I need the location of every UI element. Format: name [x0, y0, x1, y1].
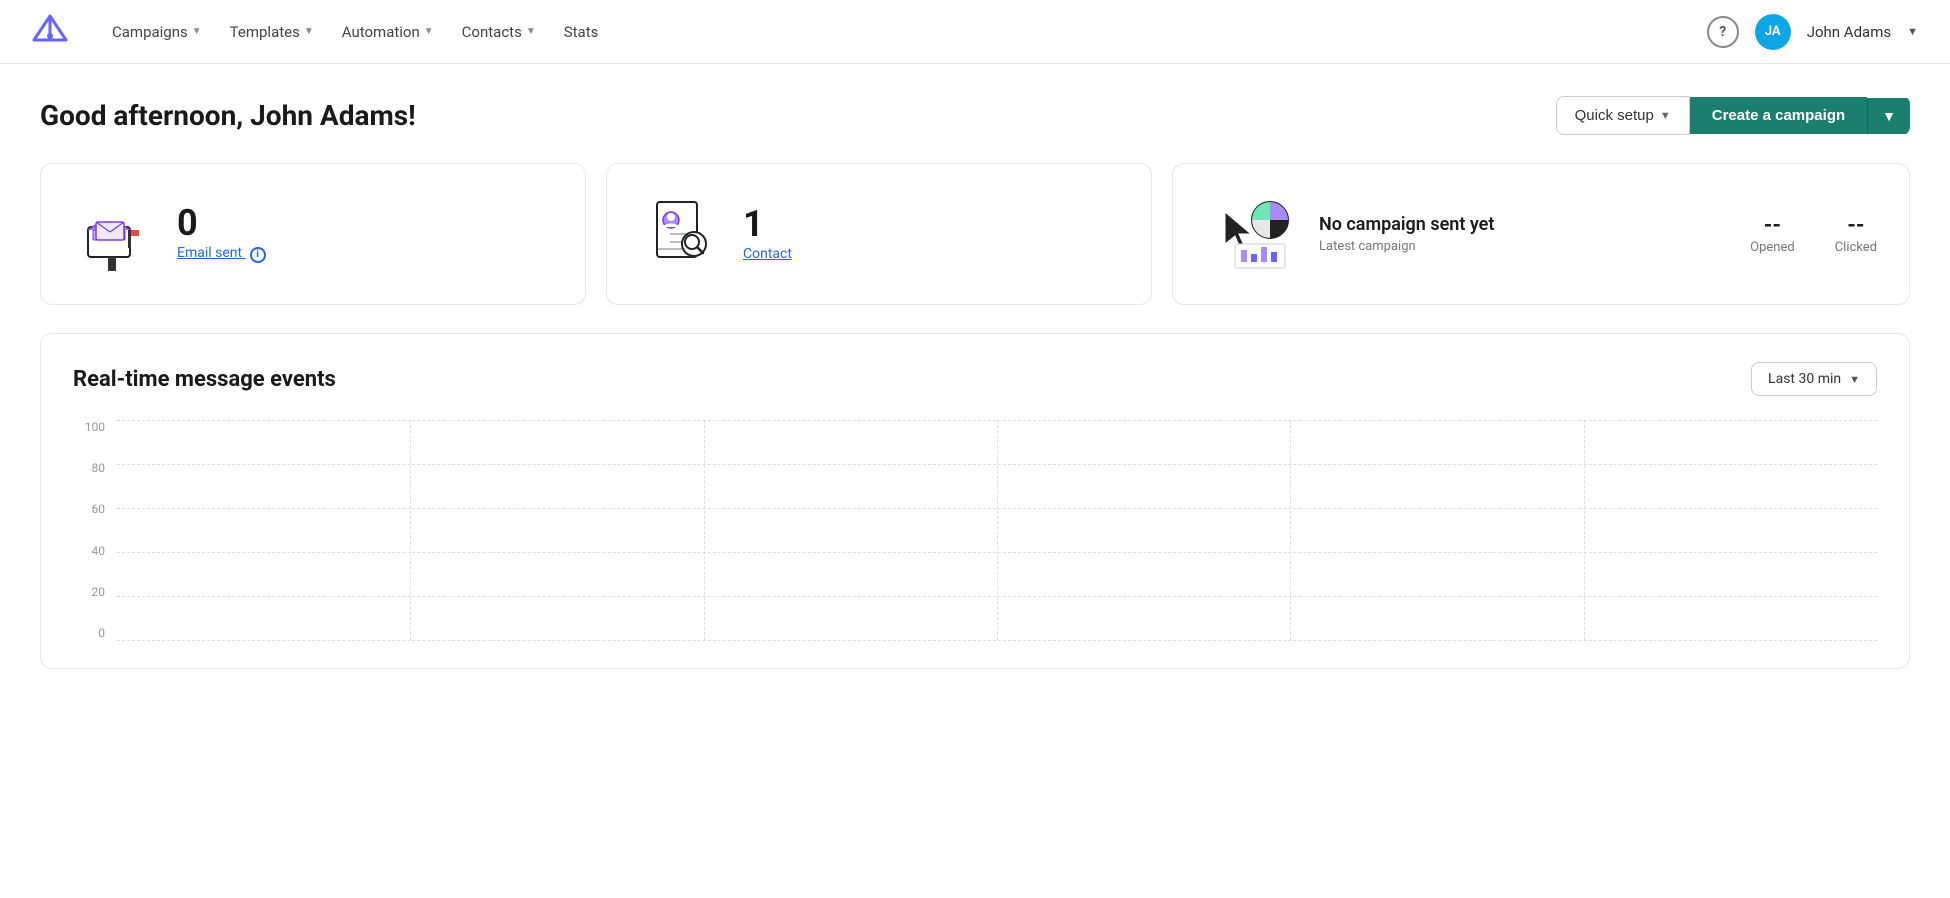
chart-y-labels: 100 80 60 40 20 0	[73, 420, 105, 640]
nav-stats[interactable]: Stats	[552, 15, 611, 49]
v-grid-3	[997, 420, 998, 640]
nav-right: ? JA John Adams ▼	[1707, 14, 1918, 50]
greeting-text: Good afternoon, John Adams!	[40, 99, 416, 132]
create-campaign-dropdown-button[interactable]: ▼	[1867, 98, 1910, 134]
contact-card: 1 Contact	[606, 163, 1152, 305]
opened-label: Opened	[1750, 240, 1795, 255]
grid-line-0	[117, 640, 1877, 641]
email-sent-count: 0	[177, 205, 266, 241]
contact-icon	[639, 192, 719, 276]
campaign-card: No campaign sent yet Latest campaign -- …	[1172, 163, 1910, 305]
y-label-0: 0	[73, 626, 105, 640]
mailbox-icon	[73, 192, 153, 276]
campaign-info: No campaign sent yet Latest campaign	[1319, 214, 1726, 254]
clicked-label: Clicked	[1835, 240, 1877, 255]
realtime-title: Real-time message events	[73, 367, 336, 392]
y-label-80: 80	[73, 461, 105, 475]
logo[interactable]	[32, 12, 68, 52]
realtime-header: Real-time message events Last 30 min ▼	[73, 362, 1877, 396]
v-grid-1	[410, 420, 411, 640]
y-label-20: 20	[73, 585, 105, 599]
header-actions: Quick setup ▼ Create a campaign ▼	[1556, 96, 1910, 135]
header-row: Good afternoon, John Adams! Quick setup …	[40, 96, 1910, 135]
user-menu-chevron-icon[interactable]: ▼	[1907, 25, 1918, 38]
v-grid-2	[704, 420, 705, 640]
stats-row: 0 Email sent i	[40, 163, 1910, 305]
email-sent-info-icon[interactable]: i	[250, 247, 266, 263]
time-selector-button[interactable]: Last 30 min ▼	[1751, 362, 1877, 396]
email-sent-label[interactable]: Email sent i	[177, 245, 266, 263]
templates-chevron-icon: ▼	[304, 26, 314, 37]
contact-count: 1	[743, 206, 792, 242]
v-grid-5	[1584, 420, 1585, 640]
create-campaign-group: Create a campaign ▼	[1690, 96, 1910, 135]
automation-chevron-icon: ▼	[424, 26, 434, 37]
email-sent-card: 0 Email sent i	[40, 163, 586, 305]
contact-info: 1 Contact	[743, 206, 792, 262]
nav-templates[interactable]: Templates ▼	[218, 15, 326, 49]
campaigns-chevron-icon: ▼	[192, 26, 202, 37]
v-grid-4	[1290, 420, 1291, 640]
nav-automation[interactable]: Automation ▼	[330, 15, 446, 49]
campaign-metrics: -- Opened -- Clicked	[1750, 213, 1877, 255]
y-label-100: 100	[73, 420, 105, 434]
time-selector-chevron-icon: ▼	[1849, 373, 1860, 386]
help-button[interactable]: ?	[1707, 16, 1739, 48]
y-label-40: 40	[73, 544, 105, 558]
nav-items: Campaigns ▼ Templates ▼ Automation ▼ Con…	[100, 15, 1707, 49]
clicked-value: --	[1835, 213, 1877, 238]
chart-area: 100 80 60 40 20 0	[73, 420, 1877, 640]
campaign-sub: Latest campaign	[1319, 239, 1726, 254]
quick-setup-button[interactable]: Quick setup ▼	[1556, 96, 1690, 135]
campaign-name: No campaign sent yet	[1319, 214, 1726, 235]
campaign-icon	[1205, 192, 1295, 276]
chart-grid-area	[117, 420, 1877, 640]
clicked-metric: -- Clicked	[1835, 213, 1877, 255]
opened-value: --	[1750, 213, 1795, 238]
nav-contacts[interactable]: Contacts ▼	[450, 15, 548, 49]
contact-label[interactable]: Contact	[743, 246, 792, 262]
email-sent-info: 0 Email sent i	[177, 205, 266, 263]
username-label: John Adams	[1807, 23, 1891, 41]
avatar: JA	[1755, 14, 1791, 50]
y-label-60: 60	[73, 502, 105, 516]
create-campaign-button[interactable]: Create a campaign	[1690, 97, 1867, 134]
nav-campaigns[interactable]: Campaigns ▼	[100, 15, 214, 49]
realtime-section: Real-time message events Last 30 min ▼ 1…	[40, 333, 1910, 669]
contacts-chevron-icon: ▼	[526, 26, 536, 37]
quick-setup-chevron-icon: ▼	[1660, 110, 1671, 122]
opened-metric: -- Opened	[1750, 213, 1795, 255]
